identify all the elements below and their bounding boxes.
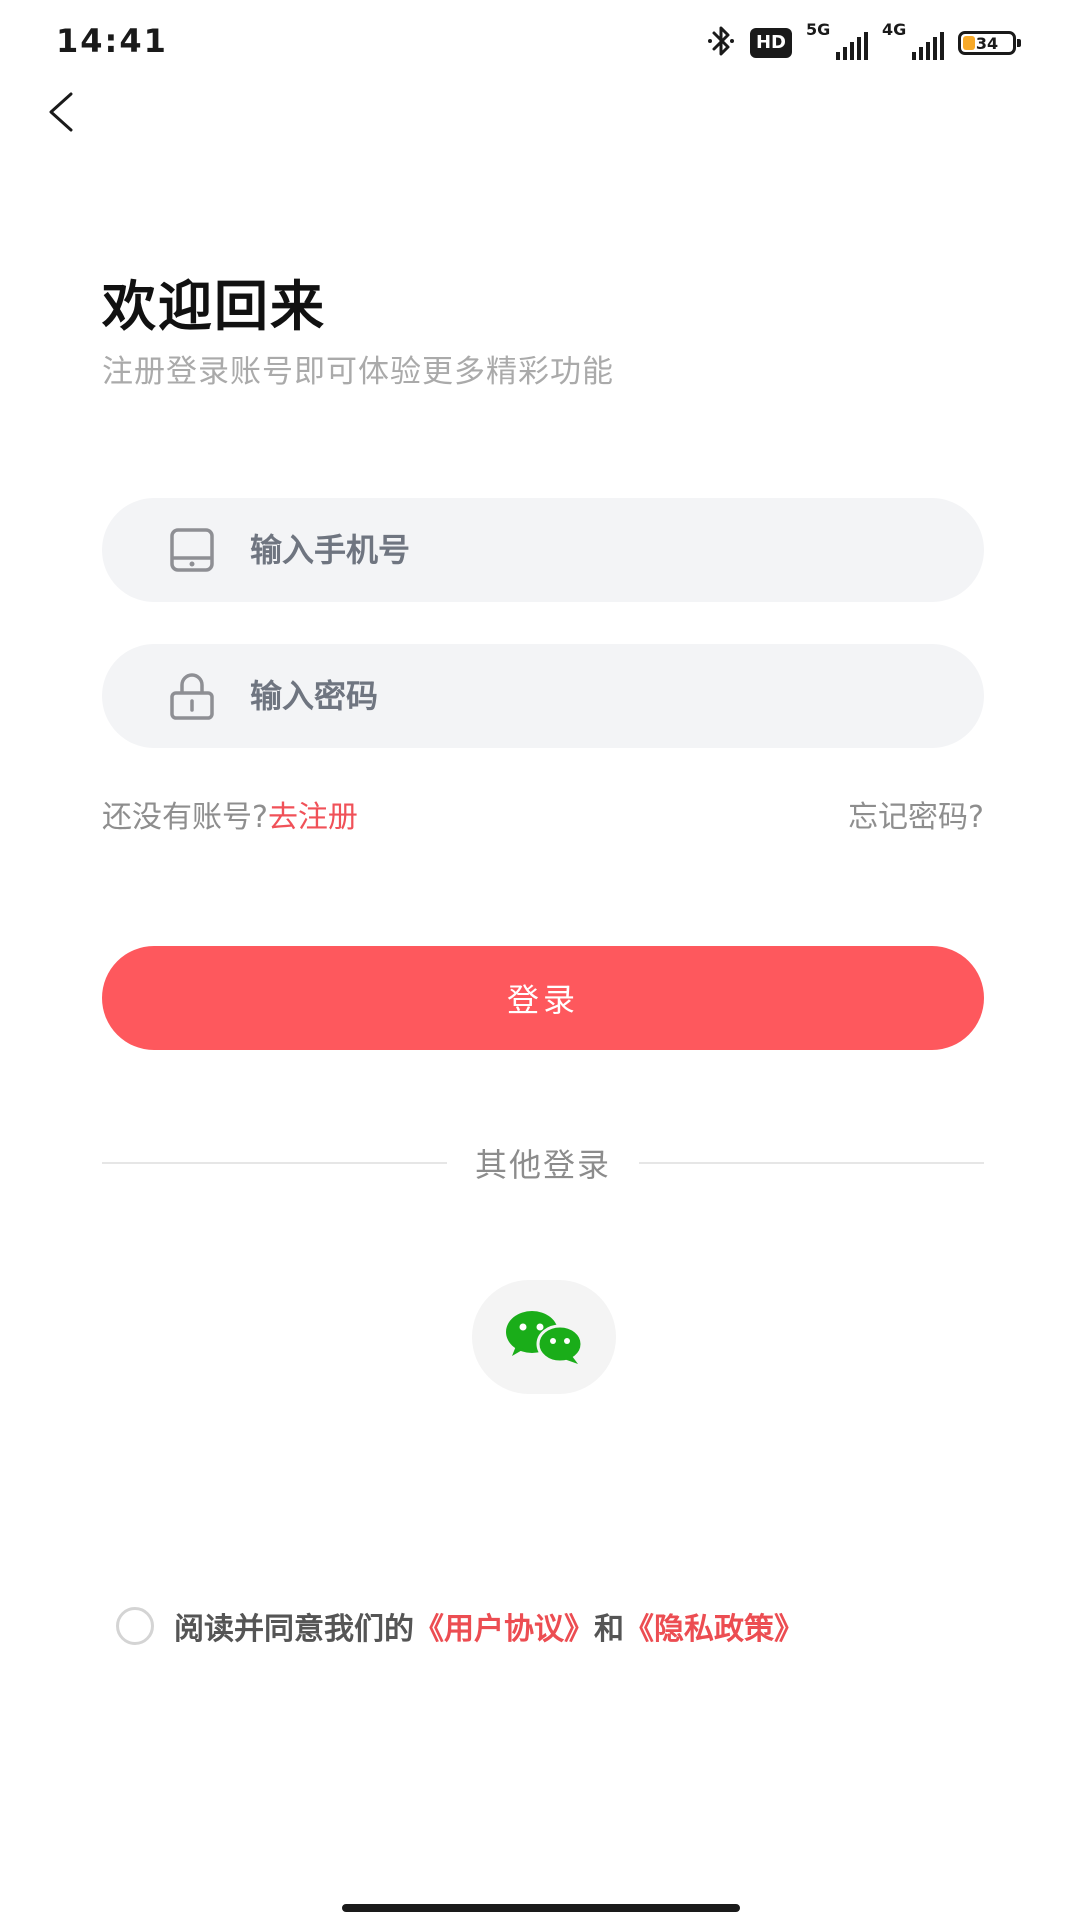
signal-4g-label: 4G	[882, 20, 907, 39]
forgot-password-link[interactable]: 忘记密码?	[848, 792, 984, 836]
signal-5g-label: 5G	[806, 20, 831, 39]
register-prompt: 还没有账号?去注册	[102, 792, 358, 836]
password-input[interactable]	[248, 676, 984, 716]
home-indicator[interactable]	[342, 1904, 740, 1912]
agreement-conjunction: 和	[594, 1612, 624, 1647]
agreement-row: 阅读并同意我们的 《用户协议》和《隐私政策》	[116, 1604, 804, 1648]
divider-line-right	[639, 1162, 985, 1164]
privacy-policy-link[interactable]: 《隐私政策》	[624, 1604, 804, 1648]
back-button[interactable]	[36, 88, 84, 136]
battery-level: 34	[975, 33, 999, 53]
hd-voice-icon: HD	[749, 28, 792, 58]
page-subtitle: 注册登录账号即可体验更多精彩功能	[102, 354, 614, 390]
signal-4g-icon: 4G	[882, 22, 944, 60]
chevron-left-icon	[49, 92, 73, 132]
phone-field[interactable]	[102, 498, 984, 602]
status-icons: HD 5G 4G 34	[706, 22, 1021, 62]
agreement-prefix: 阅读并同意我们的	[174, 1612, 414, 1647]
divider-line-left	[102, 1162, 447, 1164]
register-link[interactable]: 去注册	[268, 800, 358, 835]
wechat-icon	[506, 1311, 584, 1364]
bluetooth-icon	[706, 24, 736, 62]
lock-icon	[166, 670, 218, 722]
wechat-login-button[interactable]	[472, 1280, 616, 1394]
phone-input[interactable]	[248, 530, 984, 570]
user-agreement-link[interactable]: 《用户协议》	[414, 1604, 594, 1648]
signal-5g-icon: 5G	[806, 22, 868, 60]
page-title: 欢迎回来	[102, 275, 326, 338]
phone-icon	[166, 524, 218, 576]
auth-links-row: 还没有账号?去注册 忘记密码?	[102, 792, 984, 836]
battery-icon: 34	[958, 31, 1021, 55]
no-account-text: 还没有账号?	[102, 800, 268, 835]
agreement-checkbox[interactable]	[116, 1607, 154, 1645]
other-login-divider: 其他登录	[102, 1140, 985, 1186]
password-field[interactable]	[102, 644, 984, 748]
status-time: 14:41	[56, 22, 168, 60]
other-login-label: 其他登录	[475, 1146, 612, 1184]
login-button[interactable]: 登录	[102, 946, 984, 1050]
